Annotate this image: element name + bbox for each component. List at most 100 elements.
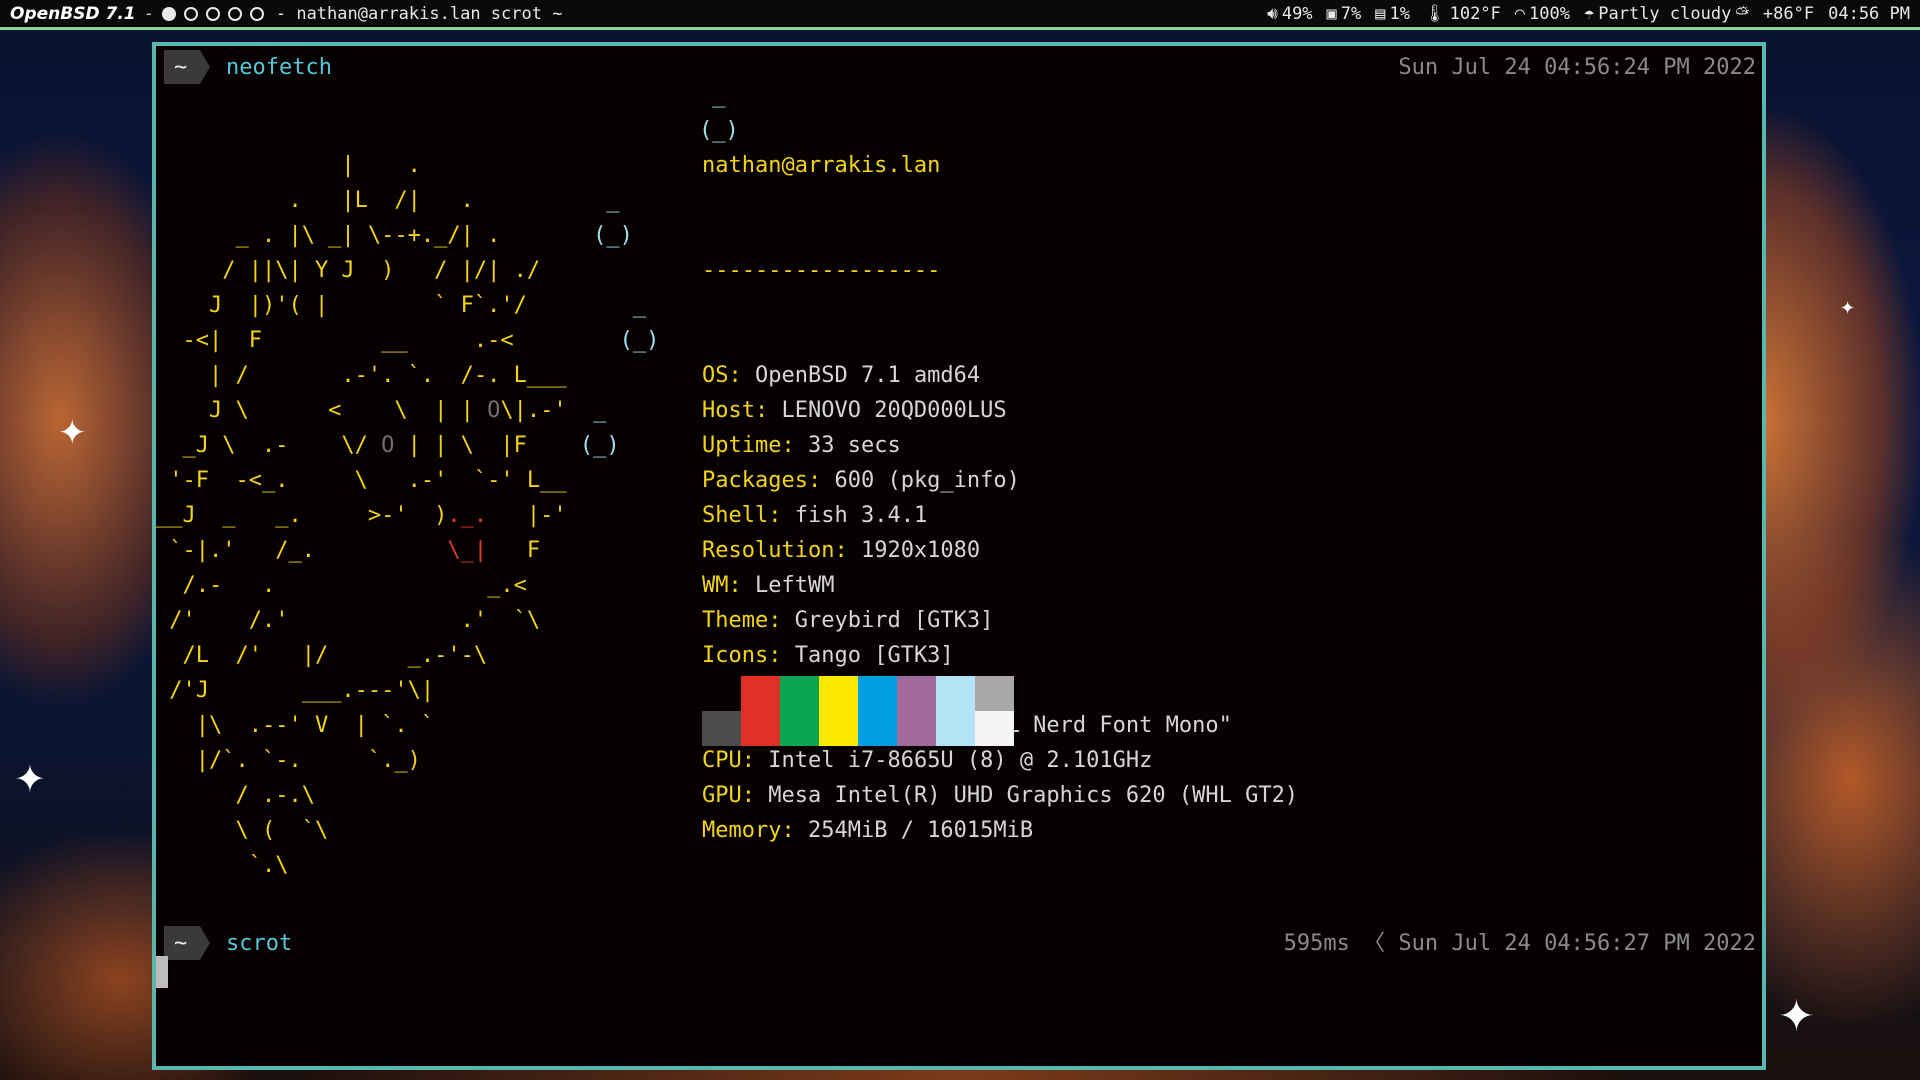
info-label: WM [702,573,729,598]
info-row: Theme: Greybird [GTK3] [702,608,994,633]
prompt-timestamp: Sun Jul 24 04:56:24 PM 2022 [1398,55,1756,80]
color-swatch [975,676,1014,711]
cloud-sun-icon: ⛅︎ [1735,3,1749,24]
command-text: scrot [226,930,293,956]
color-swatch [858,676,897,711]
info-row: Packages: 600 (pkg_info) [702,468,1020,493]
info-row: Resolution: 1920x1080 [702,538,981,563]
color-swatch [897,676,936,711]
outdoor-temp: +86°F [1762,3,1815,24]
info-row: CPU: Intel i7-8665U (8) @ 2.101GHz [702,748,1153,773]
star-decoration: ✦ [58,413,87,453]
workspace-4-button[interactable] [227,6,242,21]
info-row: Icons: Tango [GTK3] [702,643,954,668]
umbrella-icon: ☂ [1584,3,1595,24]
wifi-icon: ◠ [1514,3,1526,24]
color-swatch [780,711,819,746]
color-swatch [975,711,1014,746]
wifi-widget[interactable]: ◠ 100% [1515,4,1570,24]
color-swatch [819,711,858,746]
temperature-value: 102°F [1449,3,1501,24]
prompt-timestamp: Sun Jul 24 04:56:27 PM 2022 [1398,931,1756,956]
workspace-indicator [161,6,264,21]
info-label: Icons [702,643,769,668]
info-label: Resolution [702,538,835,563]
underline: ------------------ [702,258,941,283]
info-label: Memory [702,818,782,843]
memory-value: 1% [1389,3,1411,24]
color-swatch [702,711,741,746]
color-swatch [780,676,819,711]
temperature-widget: 🌡︎ 102°F [1424,4,1501,24]
user-host: nathan@arrakis.lan [702,153,941,178]
color-swatch [897,711,936,746]
info-label: Host [702,398,755,423]
info-value: fish 3.4.1 [794,503,928,528]
cpu-icon: ▣ [1326,3,1337,24]
info-label: GPU [702,783,742,808]
thermometer-icon: 🌡︎ [1424,3,1446,24]
memory-widget: ▤ 1% [1375,4,1410,24]
prompt-symbol: ~ [164,926,210,960]
info-value: Intel i7-8665U (8) @ 2.101GHz [768,748,1153,773]
info-label: Packages [702,468,808,493]
clock: 04:56 PM [1828,3,1910,24]
chevron-left-icon: 〈 [1363,931,1386,956]
color-swatch [741,676,780,711]
color-swatch [858,711,897,746]
star-decoration: ✦ [1840,298,1856,319]
info-row: GPU: Mesa Intel(R) UHD Graphics 620 (WHL… [702,783,1299,808]
info-value: 33 secs [807,433,901,458]
info-row: OS: OpenBSD 7.1 amd64 [702,363,981,388]
info-row: WM: LeftWM [702,573,835,598]
prompt-status: 595ms 〈 Sun Jul 24 04:56:27 PM 2022 [1284,926,1756,961]
info-label: Uptime [702,433,782,458]
separator: - [143,3,154,24]
weather-widget: ☂ Partly cloudy ⛅︎ [1584,4,1749,24]
workspace-2-button[interactable] [183,6,198,21]
info-value: OpenBSD 7.1 amd64 [755,363,981,388]
text-cursor [156,956,168,988]
info-row: Shell: fish 3.4.1 [702,503,928,528]
volume-value: 49% [1281,3,1313,24]
os-label: OpenBSD 7.1 [10,3,136,24]
memory-icon: ▤ [1375,3,1386,24]
workspace-3-button[interactable] [205,6,220,21]
info-value: 1920x1080 [860,538,981,563]
cpu-widget: ▣ 7% [1327,4,1362,24]
info-value: Tango [GTK3] [794,643,954,668]
workspace-5-button[interactable] [249,6,264,21]
info-value: Greybird [GTK3] [794,608,994,633]
color-swatch [702,676,741,711]
status-bar: OpenBSD 7.1 - - nathan@arrakis.lan scrot… [0,0,1920,30]
weather-text: Partly cloudy [1598,3,1732,24]
volume-widget[interactable]: 🔊︎ 49% [1267,4,1312,24]
star-decoration: ✦ [1778,991,1815,1042]
color-swatch [936,676,975,711]
wifi-value: 100% [1529,3,1570,24]
color-swatch [936,711,975,746]
info-value: 254MiB / 16015MiB [807,818,1034,843]
color-palette [702,676,1014,746]
color-swatch [819,676,858,711]
info-row: Memory: 254MiB / 16015MiB [702,818,1034,843]
info-row: Uptime: 33 secs [702,433,901,458]
info-value: 600 (pkg_info) [834,468,1020,493]
workspace-1-button[interactable] [161,6,176,21]
openbsd-ascii-logo: _ (_) | . . |L /| . _ _ . |\ _| \--+._/|… [156,83,739,878]
volume-icon: 🔊︎ [1267,3,1278,24]
window-title: - nathan@arrakis.lan scrot ~ [275,3,563,24]
terminal-window[interactable]: ~ neofetch Sun Jul 24 04:56:24 PM 2022 _… [152,42,1766,1070]
system-info: nathan@arrakis.lan ------------------ OS… [702,78,1298,918]
info-row: Host: LENOVO 20QD000LUS [702,398,1007,423]
star-decoration: ✦ [14,757,46,801]
prompt-line: ~ scrot [164,926,292,960]
color-swatch [741,711,780,746]
cpu-value: 7% [1340,3,1362,24]
info-value: LeftWM [755,573,835,598]
info-label: Theme [702,608,769,633]
command-duration: 595ms [1283,931,1350,956]
info-label: Shell [702,503,769,528]
info-label: CPU [702,748,742,773]
info-value: LENOVO 20QD000LUS [781,398,1007,423]
